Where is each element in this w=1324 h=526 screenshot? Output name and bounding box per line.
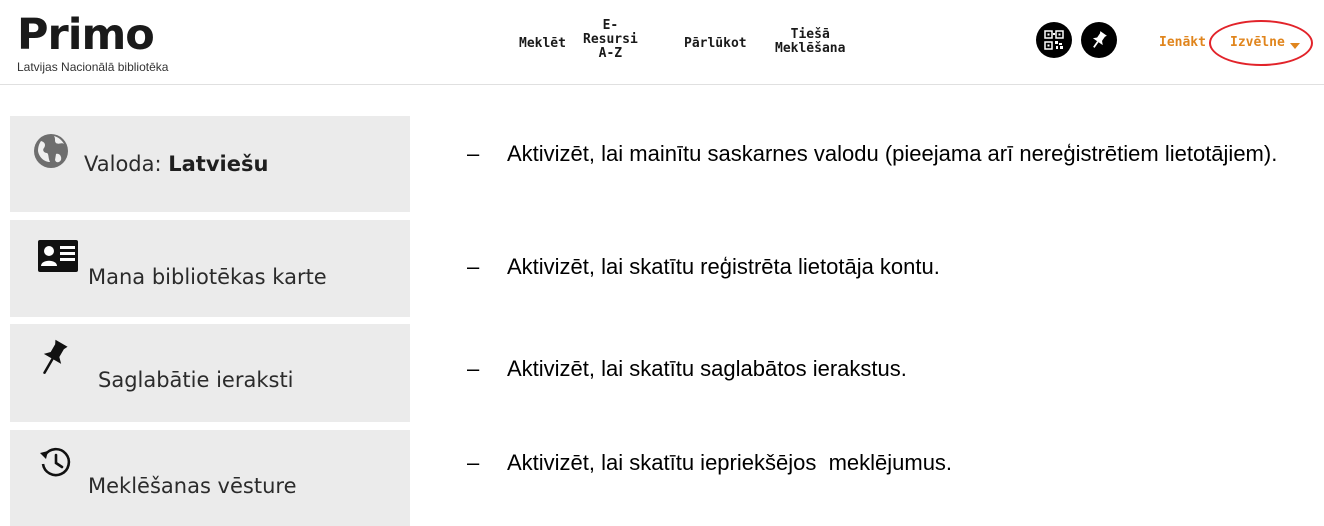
description-search-history: – Aktivizēt, lai skatītu iepriekšējos me… <box>467 448 1307 478</box>
header-divider <box>0 84 1324 85</box>
primo-logo[interactable]: Primo Latvijas Nacionālā bibliotēka <box>17 10 169 75</box>
nav-eresources[interactable]: E- Resursi A-Z <box>583 19 638 61</box>
nav-direct-search[interactable]: Tiešā Meklēšana <box>775 28 845 56</box>
login-link[interactable]: Ienākt <box>1159 35 1206 50</box>
bullet-dash: – <box>467 356 480 381</box>
chevron-down-icon <box>1290 43 1300 49</box>
language-label-prefix: Valoda: <box>84 152 169 176</box>
nav-search-label: Meklēt <box>519 36 566 51</box>
bullet-dash: – <box>467 254 480 279</box>
globe-icon <box>34 134 68 168</box>
nav-direct-search-line2: Meklēšana <box>775 41 846 56</box>
menu-item-search-history[interactable]: Meklēšanas vēsture <box>10 430 410 526</box>
menu-button[interactable]: Izvēlne <box>1230 35 1285 50</box>
menu-item-saved-records-label: Saglabātie ieraksti <box>98 368 294 392</box>
nav-browse[interactable]: Pārlūkot <box>684 37 747 51</box>
menu-item-language[interactable]: Valoda: Latviešu <box>10 116 410 212</box>
description-library-card-text: Aktivizēt, lai skatītu reģistrēta lietot… <box>507 254 940 279</box>
nav-eresources-line3: A-Z <box>598 46 623 61</box>
language-value: Latviešu <box>168 152 269 176</box>
bullet-dash: – <box>467 450 480 475</box>
qr-code-button[interactable] <box>1036 22 1072 58</box>
top-bar: Primo Latvijas Nacionālā bibliotēka Mekl… <box>0 0 1324 84</box>
history-icon <box>40 447 71 477</box>
logo-subtitle: Latvijas Nacionālā bibliotēka <box>17 60 169 74</box>
description-library-card: – Aktivizēt, lai skatītu reģistrēta liet… <box>467 252 1307 282</box>
nav-eresources-line2: Resursi <box>583 32 638 47</box>
nav-direct-search-line1: Tiešā <box>790 27 830 42</box>
id-card-icon <box>38 240 78 272</box>
description-search-history-text: Aktivizēt, lai skatītu iepriekšējos mekl… <box>507 450 953 475</box>
page: Primo Latvijas Nacionālā bibliotēka Mekl… <box>0 0 1324 526</box>
pin-icon <box>1092 31 1107 48</box>
menu-item-search-history-label: Meklēšanas vēsture <box>88 474 297 498</box>
nav-browse-label: Pārlūkot <box>684 36 747 51</box>
bullet-dash: – <box>467 141 480 166</box>
description-saved-records-text: Aktivizēt, lai skatītu saglabātos ieraks… <box>507 356 907 381</box>
nav-eresources-line1: E- <box>602 18 619 33</box>
qr-code-icon <box>1044 30 1064 50</box>
description-language-text: Aktivizēt, lai mainītu saskarnes valodu … <box>507 141 1278 166</box>
description-language: – Aktivizēt, lai mainītu saskarnes valod… <box>467 139 1307 169</box>
saved-items-button[interactable] <box>1081 22 1117 58</box>
description-saved-records: – Aktivizēt, lai skatītu saglabātos iera… <box>467 354 1307 384</box>
menu-item-saved-records[interactable]: Saglabātie ieraksti <box>10 324 410 422</box>
nav-search[interactable]: Meklēt <box>519 37 566 51</box>
menu-item-library-card-label: Mana bibliotēkas karte <box>88 265 327 289</box>
pin-icon <box>43 339 68 374</box>
menu-item-language-label: Valoda: Latviešu <box>84 152 268 176</box>
menu-item-library-card[interactable]: Mana bibliotēkas karte <box>10 220 410 317</box>
logo-title: Primo <box>17 10 155 60</box>
